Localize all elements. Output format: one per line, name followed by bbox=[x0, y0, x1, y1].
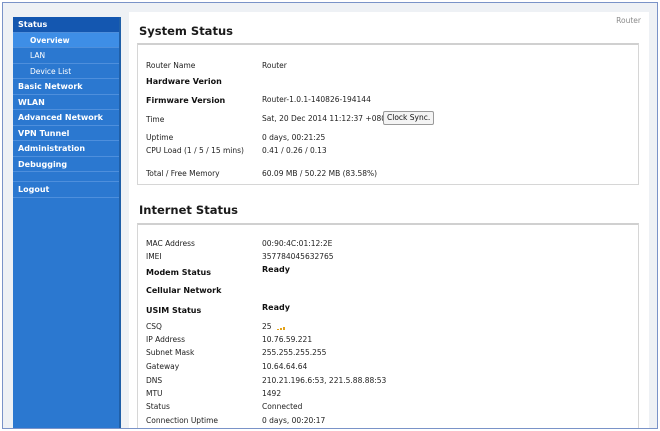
mac-address-value: 00:90:4C:01:12:2E bbox=[262, 239, 333, 248]
sidebar-nav: Status Overview LAN Device List Basic Ne… bbox=[13, 17, 121, 428]
imei-label: IMEI bbox=[146, 252, 162, 261]
internet-status-title: Internet Status bbox=[139, 203, 238, 217]
memory-value: 60.09 MB / 50.22 MB (83.58%) bbox=[262, 169, 378, 178]
time-label: Time bbox=[146, 115, 165, 124]
main-content: Router System Status Router Name Router … bbox=[129, 12, 649, 428]
modem-status-value: Ready bbox=[262, 265, 290, 274]
mac-address-label: MAC Address bbox=[146, 239, 195, 248]
subnet-mask-label: Subnet Mask bbox=[146, 348, 195, 357]
memory-label: Total / Free Memory bbox=[146, 169, 220, 178]
sidebar-divider bbox=[13, 172, 119, 182]
uptime-value: 0 days, 00:21:25 bbox=[262, 133, 326, 142]
sidebar-item-debugging[interactable]: Debugging bbox=[13, 157, 119, 172]
sidebar-item-administration[interactable]: Administration bbox=[13, 141, 119, 157]
csq-row: 25 bbox=[262, 322, 287, 331]
signal-strength-icon bbox=[276, 325, 287, 330]
usim-status-label: USIM Status bbox=[146, 306, 202, 315]
ip-address-value: 10.76.59.221 bbox=[262, 335, 313, 344]
mtu-label: MTU bbox=[146, 389, 163, 398]
internet-status-panel: MAC Address 00:90:4C:01:12:2E IMEI 35778… bbox=[137, 223, 639, 428]
router-admin-window: Status Overview LAN Device List Basic Ne… bbox=[2, 2, 658, 429]
usim-status-value: Ready bbox=[262, 303, 290, 312]
status-value: Connected bbox=[262, 402, 303, 411]
router-name-value: Router bbox=[262, 61, 287, 70]
gateway-label: Gateway bbox=[146, 362, 180, 371]
csq-label: CSQ bbox=[146, 322, 162, 331]
mtu-value: 1492 bbox=[262, 389, 282, 398]
uptime-label: Uptime bbox=[146, 133, 174, 142]
time-value: Sat, 20 Dec 2014 11:12:37 +0800 bbox=[262, 114, 391, 123]
ip-address-label: IP Address bbox=[146, 335, 185, 344]
cpu-load-label: CPU Load (1 / 5 / 15 mins) bbox=[146, 146, 244, 155]
breadcrumb: Router bbox=[616, 16, 641, 25]
connection-uptime-label: Connection Uptime bbox=[146, 416, 219, 425]
clock-sync-button[interactable]: Clock Sync. bbox=[383, 111, 435, 125]
firmware-version-value: Router-1.0.1-140826-194144 bbox=[262, 95, 371, 104]
sidebar-item-logout[interactable]: Logout bbox=[13, 182, 119, 198]
system-status-title: System Status bbox=[139, 24, 233, 38]
modem-status-label: Modem Status bbox=[146, 268, 211, 277]
firmware-version-label: Firmware Version bbox=[146, 96, 226, 105]
sidebar-item-lan[interactable]: LAN bbox=[13, 48, 119, 64]
cpu-load-value: 0.41 / 0.26 / 0.13 bbox=[262, 146, 327, 155]
csq-value: 25 bbox=[262, 322, 272, 331]
sidebar-item-overview[interactable]: Overview bbox=[13, 32, 119, 48]
connection-uptime-value: 0 days, 00:20:17 bbox=[262, 416, 326, 425]
status-label: Status bbox=[146, 402, 170, 411]
gateway-value: 10.64.64.64 bbox=[262, 362, 308, 371]
cellular-network-label: Cellular Network bbox=[146, 286, 222, 295]
subnet-mask-value: 255.255.255.255 bbox=[262, 348, 327, 357]
sidebar-item-device-list[interactable]: Device List bbox=[13, 64, 119, 79]
sidebar-item-basic-network[interactable]: Basic Network bbox=[13, 79, 119, 95]
system-status-panel: Router Name Router Hardware Verion Firmw… bbox=[137, 43, 639, 185]
hardware-version-label: Hardware Verion bbox=[146, 77, 222, 86]
sidebar-item-advanced-network[interactable]: Advanced Network bbox=[13, 110, 119, 126]
sidebar-item-status[interactable]: Status bbox=[13, 17, 119, 33]
imei-value: 357784045632765 bbox=[262, 252, 334, 261]
sidebar-item-vpn-tunnel[interactable]: VPN Tunnel bbox=[13, 126, 119, 141]
dns-value: 210.21.196.6:53, 221.5.88.88:53 bbox=[262, 376, 387, 385]
router-name-label: Router Name bbox=[146, 61, 196, 70]
dns-label: DNS bbox=[146, 376, 163, 385]
sidebar-item-wlan[interactable]: WLAN bbox=[13, 95, 119, 110]
